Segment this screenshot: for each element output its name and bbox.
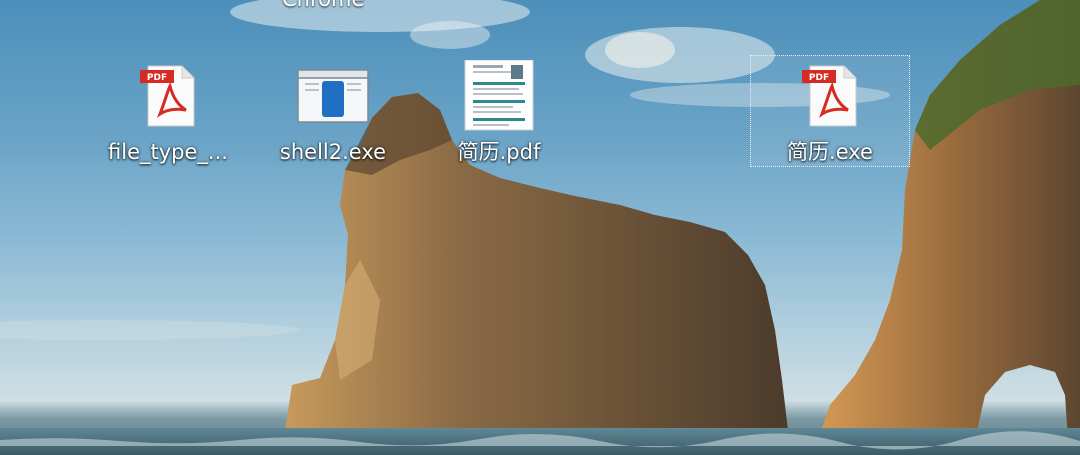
cloud — [230, 0, 530, 32]
application-window-icon — [297, 60, 369, 132]
desktop-icon-file-type[interactable]: PDF file_type_... — [88, 56, 248, 168]
icon-label: 简历.exe — [787, 140, 873, 164]
pdf-badge-text: PDF — [147, 73, 167, 83]
document-thumbnail-icon — [463, 60, 535, 132]
desktop-icon-resume-exe[interactable]: PDF 简历.exe — [750, 55, 910, 167]
pdf-file-icon: PDF — [794, 60, 866, 132]
icon-label: shell2.exe — [279, 140, 387, 164]
desktop[interactable]: Chrome PDF file_type_... — [0, 0, 1080, 455]
icon-label: file_type_... — [108, 140, 228, 164]
cloud — [410, 21, 490, 49]
icon-label: 简历.pdf — [457, 140, 541, 164]
desktop-icon-shell2[interactable]: shell2.exe — [253, 56, 413, 168]
desktop-icon-resume-pdf[interactable]: 简历.pdf — [419, 56, 579, 168]
pdf-file-icon: PDF — [132, 60, 204, 132]
partial-icon-label[interactable]: Chrome — [282, 0, 364, 11]
cloud — [605, 32, 675, 68]
pdf-badge-text: PDF — [809, 73, 829, 83]
cloud — [0, 320, 300, 340]
